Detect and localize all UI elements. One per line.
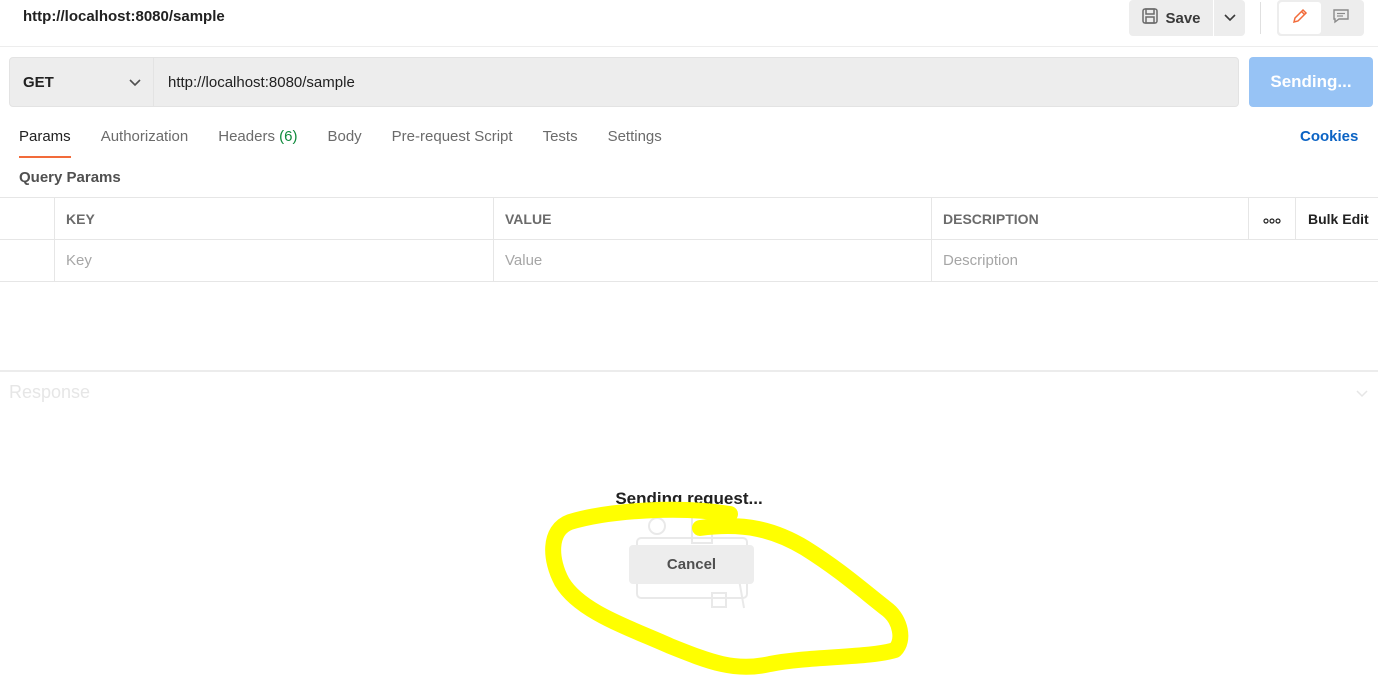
tab-label: Tests <box>542 128 578 145</box>
cookies-link[interactable]: Cookies <box>1300 128 1358 145</box>
chevron-down-icon <box>129 74 141 91</box>
tab-authorization[interactable]: Authorization <box>101 126 189 158</box>
edit-pencil-icon <box>1291 7 1309 30</box>
value-column-header: VALUE <box>494 198 932 239</box>
tab-pre-request-script[interactable]: Pre-request Script <box>392 126 513 158</box>
request-title[interactable]: http://localhost:8080/sample <box>23 8 225 25</box>
save-label: Save <box>1165 9 1201 27</box>
table-header-row: KEY VALUE DESCRIPTION Bulk Edit <box>0 198 1378 240</box>
response-divider[interactable] <box>0 370 1378 372</box>
key-input[interactable]: Key <box>55 240 494 281</box>
tab-headers[interactable]: Headers (6) <box>218 126 297 158</box>
query-params-table: KEY VALUE DESCRIPTION Bulk Edit Key Valu… <box>0 197 1378 282</box>
tab-label: Settings <box>607 128 662 145</box>
request-header: http://localhost:8080/sample Save <box>0 0 1378 47</box>
response-title: Response <box>9 382 91 402</box>
cancel-button[interactable]: Cancel <box>629 545 754 584</box>
description-input[interactable]: Description <box>932 240 1378 281</box>
tab-body[interactable]: Body <box>327 126 361 158</box>
comments-button[interactable] <box>1321 2 1363 34</box>
url-bar: GET http://localhost:8080/sample <box>9 57 1239 107</box>
query-params-title: Query Params <box>19 169 121 186</box>
chevron-down-icon <box>1223 9 1236 27</box>
method-label: GET <box>23 73 54 91</box>
sending-status-text: Sending request... <box>615 489 763 508</box>
bulk-edit-button[interactable]: Bulk Edit <box>1296 198 1378 239</box>
tab-settings[interactable]: Settings <box>608 126 662 158</box>
tab-label: Pre-request Script <box>391 128 513 145</box>
tab-label: Params <box>19 128 71 145</box>
url-input[interactable]: http://localhost:8080/sample <box>154 58 1238 106</box>
checkbox-column-header <box>0 198 55 239</box>
comment-icon <box>1332 7 1350 30</box>
toolbar-divider <box>1260 2 1261 34</box>
request-tabs: Params Authorization Headers (6) Body Pr… <box>19 126 692 158</box>
tab-tests[interactable]: Tests <box>543 126 578 158</box>
table-row: Key Value Description <box>0 240 1378 282</box>
view-mode-toggle <box>1277 0 1364 36</box>
headers-count-badge: (6) <box>279 128 298 145</box>
key-column-header: KEY <box>55 198 494 239</box>
save-group: Save <box>1129 0 1245 36</box>
save-icon <box>1141 7 1159 29</box>
column-options-button[interactable] <box>1249 198 1296 239</box>
tab-label: Body <box>327 128 362 145</box>
save-button[interactable]: Save <box>1129 0 1213 36</box>
row-checkbox-cell <box>0 240 55 281</box>
collapse-chevron-icon[interactable] <box>1356 385 1368 403</box>
description-column-header: DESCRIPTION <box>932 198 1249 239</box>
tab-params[interactable]: Params <box>19 126 71 158</box>
tab-label: Authorization <box>100 128 189 145</box>
more-options-icon <box>1263 211 1281 227</box>
save-options-button[interactable] <box>1214 0 1245 36</box>
value-input[interactable]: Value <box>494 240 932 281</box>
edit-mode-button[interactable] <box>1279 2 1321 34</box>
tab-label: Headers <box>218 128 275 145</box>
send-button[interactable]: Sending... <box>1249 57 1373 107</box>
method-select[interactable]: GET <box>10 58 154 106</box>
